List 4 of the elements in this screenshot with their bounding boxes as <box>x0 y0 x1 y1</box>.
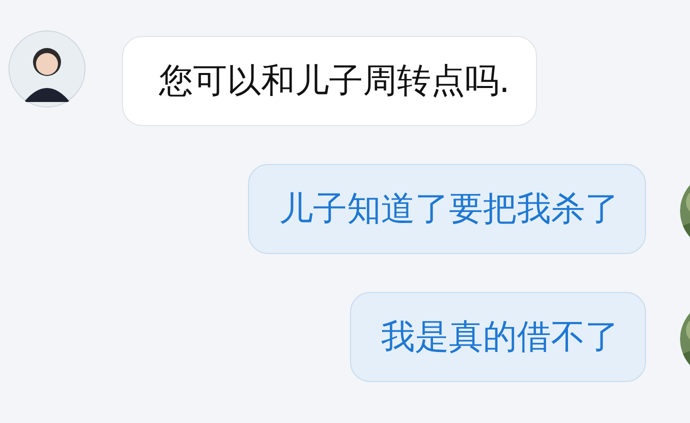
message-bubble: 您可以和儿子周转点吗. <box>122 36 537 126</box>
avatar-icon <box>8 30 86 108</box>
message-bubble: 儿子知道了要把我杀了 <box>248 164 646 254</box>
message-bubble: 我是真的借不了 <box>350 292 646 382</box>
